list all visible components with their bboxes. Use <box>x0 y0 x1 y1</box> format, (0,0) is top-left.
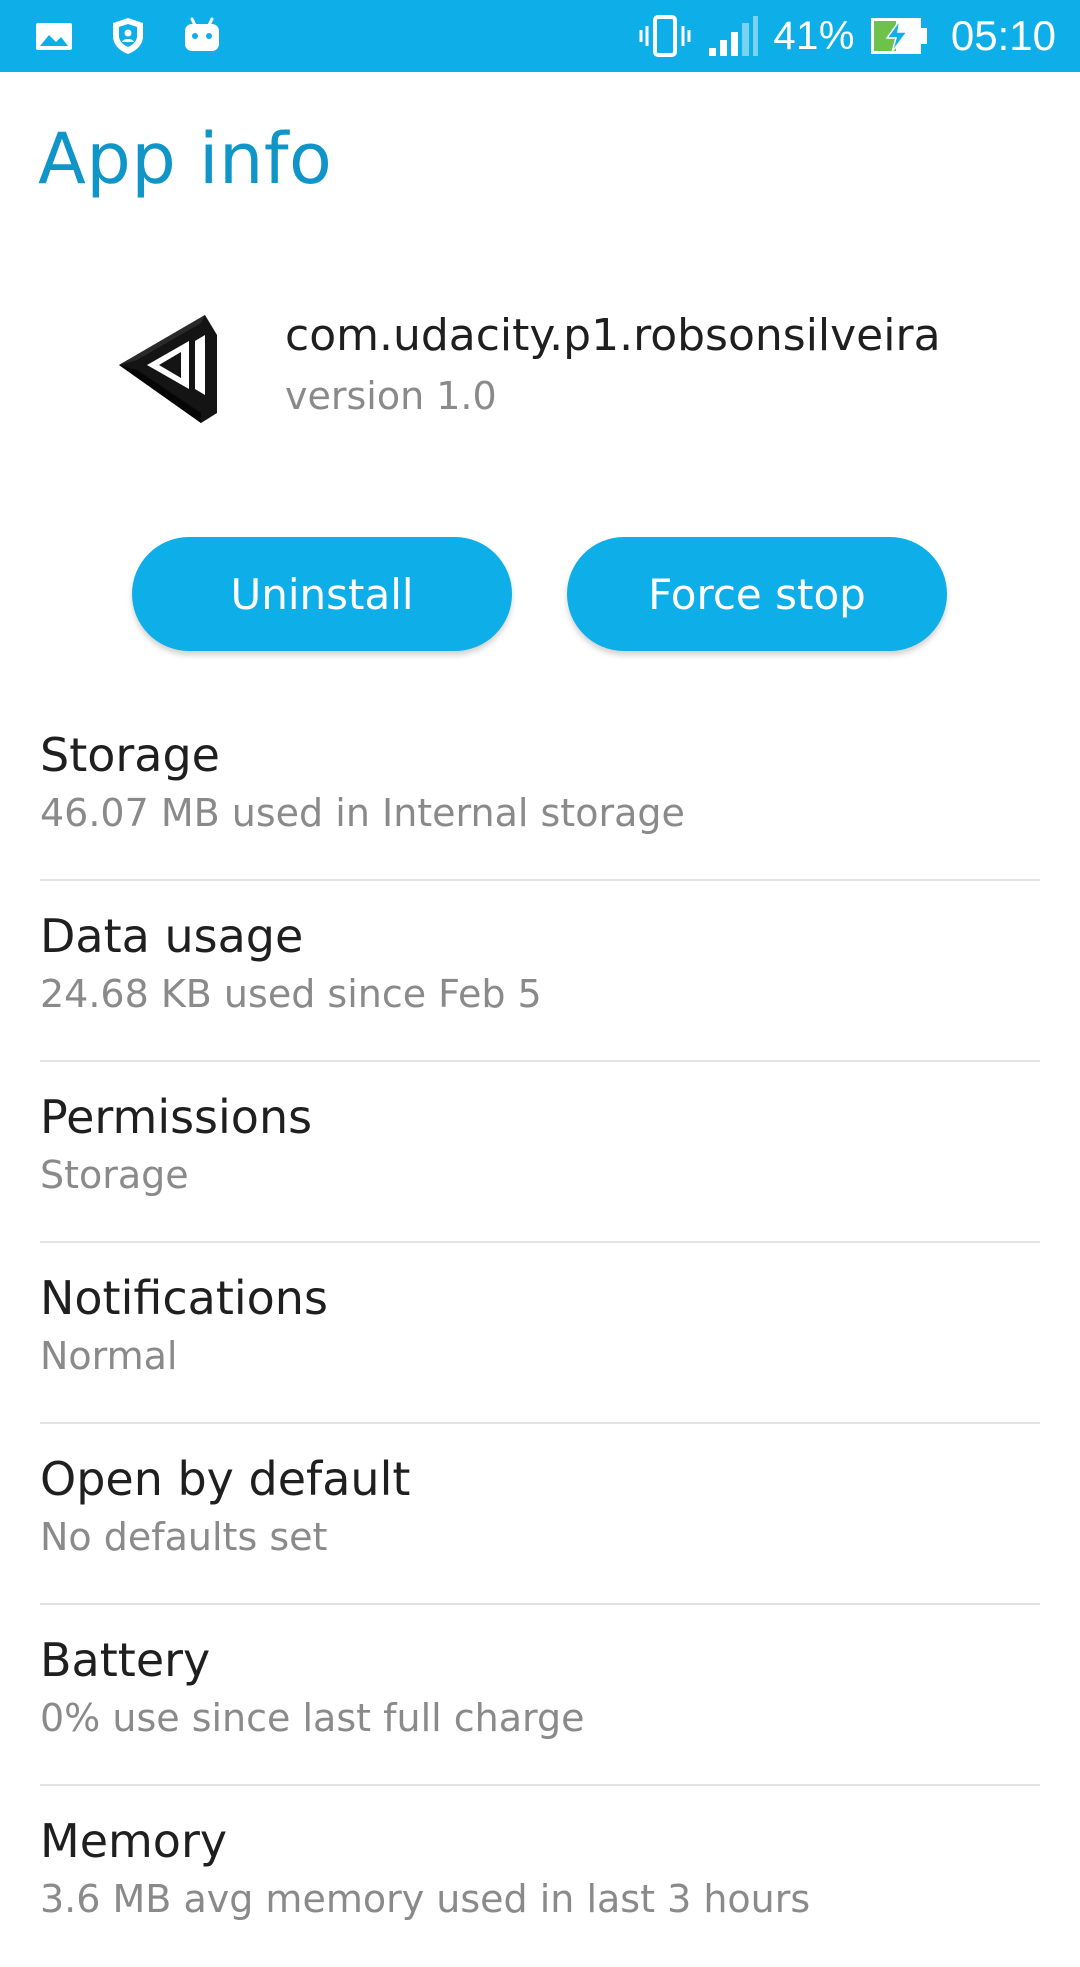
setting-title: Memory <box>40 1814 228 1868</box>
status-bar: 41% 05:10 <box>0 0 1080 72</box>
settings-list: Storage 46.07 MB used in Internal storag… <box>40 700 1040 1967</box>
setting-title: Storage <box>40 728 220 782</box>
setting-item-open-by-default[interactable]: Open by default No defaults set <box>40 1424 1040 1605</box>
setting-summary: 0% use since last full charge <box>40 1696 585 1741</box>
setting-summary: 46.07 MB used in Internal storage <box>40 791 685 836</box>
shield-icon <box>108 14 148 58</box>
battery-charging-icon <box>869 14 929 58</box>
app-package-name: com.udacity.p1.robsonsilveira <box>285 310 941 361</box>
setting-summary: 3.6 MB avg memory used in last 3 hours <box>40 1877 811 1922</box>
android-icon <box>182 14 222 58</box>
setting-item-data-usage[interactable]: Data usage 24.68 KB used since Feb 5 <box>40 881 1040 1062</box>
setting-item-notifications[interactable]: Notifications Normal <box>40 1243 1040 1424</box>
page-title: App info <box>38 118 333 200</box>
system-icons: 41% 05:10 <box>637 0 1056 72</box>
setting-item-memory[interactable]: Memory 3.6 MB avg memory used in last 3 … <box>40 1786 1040 1967</box>
setting-summary: No defaults set <box>40 1515 328 1560</box>
setting-item-permissions[interactable]: Permissions Storage <box>40 1062 1040 1243</box>
setting-summary: Storage <box>40 1153 189 1198</box>
setting-title: Data usage <box>40 909 304 963</box>
setting-item-storage[interactable]: Storage 46.07 MB used in Internal storag… <box>40 700 1040 881</box>
battery-percent: 41% <box>773 13 855 58</box>
vibrate-icon <box>637 14 693 58</box>
signal-icon <box>707 14 759 58</box>
setting-title: Permissions <box>40 1090 313 1144</box>
clock: 05:10 <box>950 12 1056 59</box>
gallery-icon <box>34 14 74 58</box>
setting-summary: 24.68 KB used since Feb 5 <box>40 972 542 1017</box>
notification-icons <box>34 14 222 58</box>
setting-item-battery[interactable]: Battery 0% use since last full charge <box>40 1605 1040 1786</box>
setting-title: Battery <box>40 1633 211 1687</box>
app-version: version 1.0 <box>285 374 497 418</box>
setting-title: Notifications <box>40 1271 328 1325</box>
unity-logo-icon <box>112 300 242 430</box>
app-header: com.udacity.p1.robsonsilveira version 1.… <box>0 290 1080 440</box>
setting-title: Open by default <box>40 1452 411 1506</box>
uninstall-button[interactable]: Uninstall <box>132 537 512 651</box>
force-stop-button[interactable]: Force stop <box>567 537 947 651</box>
setting-summary: Normal <box>40 1334 178 1379</box>
